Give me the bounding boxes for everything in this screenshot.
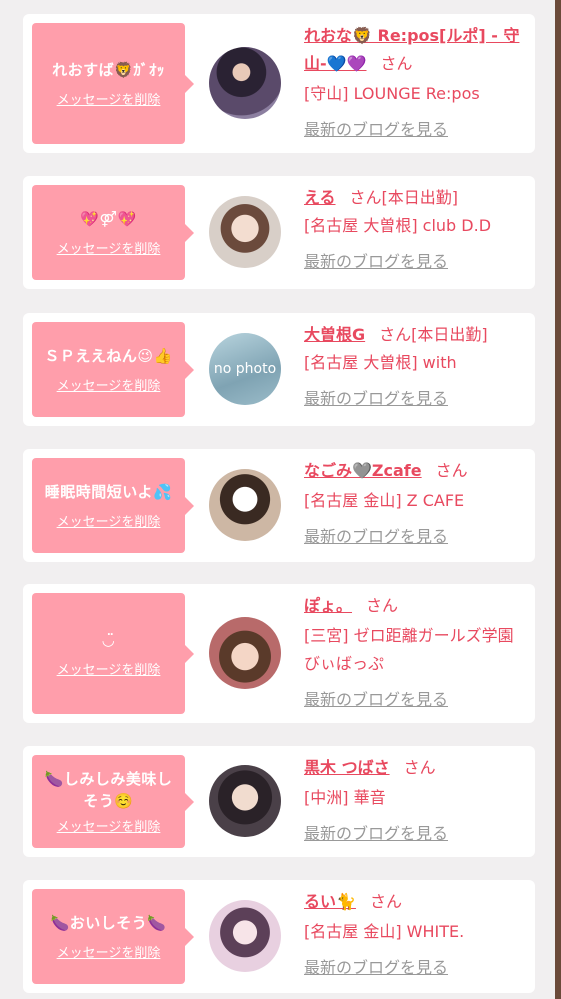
latest-blog-link[interactable]: 最新のブログを見る (304, 686, 448, 714)
profile-name-link[interactable]: るい🐈 (304, 892, 356, 911)
message-bubble: 🍆しみしみ美味しそう☺️ メッセージを削除 (32, 755, 194, 848)
shop-label: [名古屋 大曽根] club D.D (304, 216, 492, 235)
right-edge-border (555, 0, 561, 999)
profile-info: るい🐈 さん [名古屋 金山] WHITE. 最新のブログを見る (304, 888, 530, 982)
shop-label: [守山] LOUNGE Re:pos (304, 84, 480, 103)
latest-blog-link[interactable]: 最新のブログを見る (304, 385, 448, 413)
delete-message-link[interactable]: メッセージを削除 (57, 375, 161, 394)
shop-label: [三宮] ゼロ距離ガールズ学園 びぃばっぷ (304, 626, 530, 673)
profile-name-link[interactable]: 黒木 つばさ (304, 758, 390, 777)
message-card: れおすば🦁ｶﾞｵｯ メッセージを削除 れおな🦁 Re:pos[ルポ] - 守山-… (23, 14, 535, 153)
delete-message-link[interactable]: メッセージを削除 (57, 238, 161, 257)
message-text: 睡眠時間短いよ💦 (44, 483, 173, 501)
message-text: 🍆おいしそう🍆 (50, 914, 167, 932)
delete-message-link[interactable]: メッセージを削除 (57, 816, 161, 835)
san-label: さん (380, 54, 413, 73)
latest-blog-link[interactable]: 最新のブログを見る (304, 523, 448, 551)
delete-message-link[interactable]: メッセージを削除 (57, 511, 161, 530)
message-bubble: れおすば🦁ｶﾞｵｯ メッセージを削除 (32, 23, 194, 144)
message-card: ◡̈ メッセージを削除 ぽょ。 さん [三宮] ゼロ距離ガールズ学園 びぃばっぷ … (23, 584, 535, 723)
shop-label: [中洲] 華音 (304, 788, 386, 807)
message-text: 🍆しみしみ美味しそう☺️ (44, 770, 173, 810)
message-text: ＳＰええねん😉👍 (44, 347, 173, 365)
latest-blog-link[interactable]: 最新のブログを見る (304, 954, 448, 982)
avatar[interactable] (209, 47, 281, 119)
message-bubble: 睡眠時間短いよ💦 メッセージを削除 (32, 458, 194, 553)
profile-name-link[interactable]: ぽょ。 (304, 596, 352, 615)
san-label: さん (379, 325, 412, 344)
delete-message-link[interactable]: メッセージを削除 (57, 89, 161, 108)
avatar[interactable] (209, 765, 281, 837)
avatar[interactable] (209, 617, 281, 689)
status-label: [本日出勤] (411, 325, 488, 344)
profile-info: 黒木 つばさ さん [中洲] 華音 最新のブログを見る (304, 754, 530, 848)
message-bubble: ＳＰええねん😉👍 メッセージを削除 (32, 322, 194, 417)
latest-blog-link[interactable]: 最新のブログを見る (304, 820, 448, 848)
message-text: れおすば🦁ｶﾞｵｯ (52, 61, 165, 79)
shop-label: [名古屋 金山] Z CAFE (304, 491, 465, 510)
message-bubble: ◡̈ メッセージを削除 (32, 593, 194, 714)
avatar[interactable]: no photo (209, 333, 281, 405)
profile-info: える さん[本日出勤] [名古屋 大曽根] club D.D 最新のブログを見る (304, 184, 530, 276)
no-photo-label: no photo (213, 361, 277, 377)
san-label: さん (349, 188, 382, 207)
message-card: ＳＰええねん😉👍 メッセージを削除 no photo 大曽根G さん[本日出勤] … (23, 313, 535, 426)
san-label: さん (435, 461, 468, 480)
message-text: 💖⚤💖 (80, 210, 137, 228)
profile-name-link[interactable]: える (304, 188, 336, 207)
profile-info: れおな🦁 Re:pos[ルポ] - 守山-💙💜 さん [守山] LOUNGE Re… (304, 22, 530, 144)
san-label: さん (366, 596, 399, 615)
message-card: 🍆おいしそう🍆 メッセージを削除 るい🐈 さん [名古屋 金山] WHITE. 最… (23, 880, 535, 993)
message-bubble: 💖⚤💖 メッセージを削除 (32, 185, 194, 280)
message-card: 睡眠時間短いよ💦 メッセージを削除 なごみ🩶Zcafe さん [名古屋 金山] Z… (23, 449, 535, 562)
profile-info: 大曽根G さん[本日出勤] [名古屋 大曽根] with 最新のブログを見る (304, 321, 530, 413)
san-label: さん (403, 758, 436, 777)
profile-info: なごみ🩶Zcafe さん [名古屋 金山] Z CAFE 最新のブログを見る (304, 457, 530, 551)
message-text: ◡̈ (102, 631, 115, 649)
message-card: 🍆しみしみ美味しそう☺️ メッセージを削除 黒木 つばさ さん [中洲] 華音 最… (23, 746, 535, 857)
message-card: 💖⚤💖 メッセージを削除 える さん[本日出勤] [名古屋 大曽根] club D… (23, 176, 535, 289)
delete-message-link[interactable]: メッセージを削除 (57, 942, 161, 961)
status-label: [本日出勤] (381, 188, 459, 207)
avatar[interactable] (209, 900, 281, 972)
san-label: さん (369, 892, 402, 911)
avatar[interactable] (209, 469, 281, 541)
profile-name-link[interactable]: 大曽根G (304, 325, 365, 344)
shop-label: [名古屋 大曽根] with (304, 353, 457, 372)
message-bubble: 🍆おいしそう🍆 メッセージを削除 (32, 889, 194, 984)
avatar[interactable] (209, 196, 281, 268)
shop-label: [名古屋 金山] WHITE. (304, 922, 465, 941)
profile-name-link[interactable]: なごみ🩶Zcafe (304, 461, 422, 480)
latest-blog-link[interactable]: 最新のブログを見る (304, 116, 448, 144)
delete-message-link[interactable]: メッセージを削除 (57, 659, 161, 678)
profile-info: ぽょ。 さん [三宮] ゼロ距離ガールズ学園 びぃばっぷ 最新のブログを見る (304, 592, 530, 714)
latest-blog-link[interactable]: 最新のブログを見る (304, 248, 448, 276)
